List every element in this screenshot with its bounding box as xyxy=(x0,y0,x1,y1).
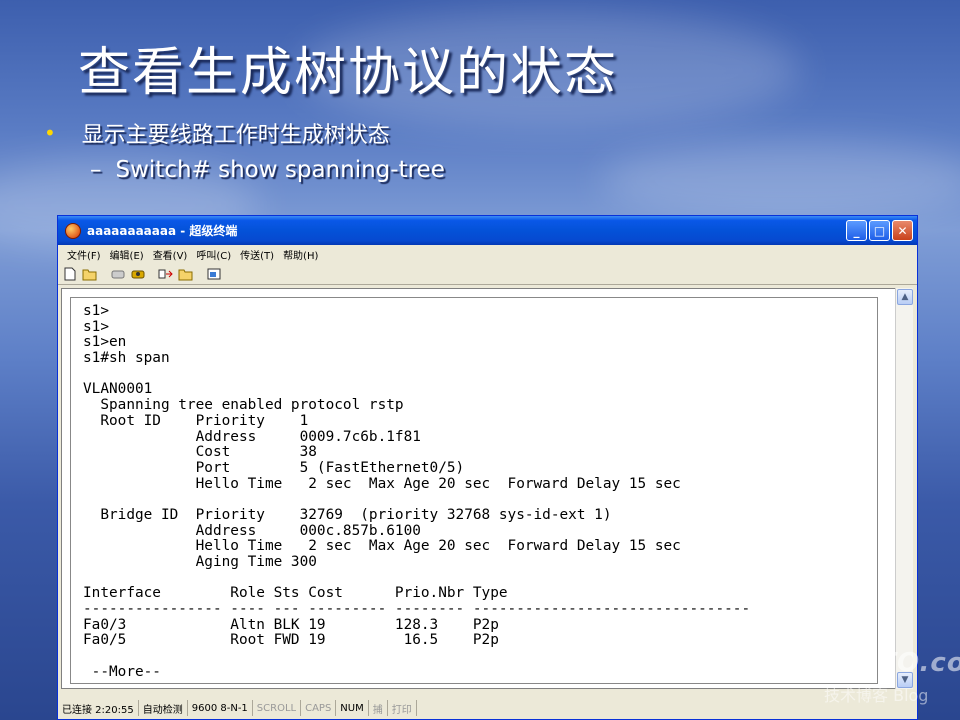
hyperterminal-window: aaaaaaaaaaa - 超级终端 _ □ ✕ 文件(F) 编辑(E) 查看(… xyxy=(57,215,918,720)
menu-file[interactable]: 文件(F) xyxy=(67,247,101,262)
watermark-brand: 51CTO.com xyxy=(820,648,960,678)
window-titlebar[interactable]: aaaaaaaaaaa - 超级终端 _ □ ✕ xyxy=(58,216,917,245)
new-icon[interactable] xyxy=(62,266,78,282)
terminal-line: --More-- xyxy=(83,663,161,680)
status-baud: 9600 8-N-1 xyxy=(188,700,253,716)
hyperterminal-app-icon[interactable] xyxy=(65,222,81,239)
menu-call[interactable]: 呼叫(C) xyxy=(196,247,231,262)
watermark-sub: 技术博客 Blog xyxy=(824,686,929,705)
terminal-line: Hello Time 2 sec Max Age 20 sec Forward … xyxy=(83,475,681,492)
status-num: NUM xyxy=(336,700,369,716)
terminal-line: Fa0/5 Root FWD 19 16.5 P2p xyxy=(83,632,499,649)
terminal-line: Port 5 (FastEthernet0/5) xyxy=(83,459,465,476)
terminal-line: VLAN0001 xyxy=(83,381,153,398)
menu-transfer[interactable]: 传送(T) xyxy=(240,247,274,262)
terminal-line: s1> xyxy=(83,303,109,319)
disconnect-icon[interactable] xyxy=(110,266,126,282)
menu-help[interactable]: 帮助(H) xyxy=(283,247,318,262)
status-connection-time: 已连接 2:20:55 xyxy=(58,700,139,716)
receive-icon[interactable] xyxy=(178,266,194,282)
close-button[interactable]: ✕ xyxy=(892,220,913,241)
terminal-line: Interface Role Sts Cost Prio.Nbr Type xyxy=(83,585,508,602)
slide-title: 查看生成树协议的状态 xyxy=(78,43,619,103)
status-capture: 捕 xyxy=(369,700,388,716)
terminal-line: Hello Time 2 sec Max Age 20 sec Forward … xyxy=(83,538,681,555)
sub-bullet-dash: – xyxy=(90,157,102,183)
connect-icon[interactable] xyxy=(130,266,146,282)
send-icon[interactable] xyxy=(158,266,174,282)
menu-view[interactable]: 查看(V) xyxy=(153,247,188,262)
toolbar xyxy=(58,263,917,285)
bullet-text-1: 显示主要线路工作时生成树状态 xyxy=(81,123,390,148)
background-cloud xyxy=(600,140,960,220)
terminal-line: s1>en xyxy=(83,334,127,351)
terminal-line: Root ID Priority 1 xyxy=(83,412,309,429)
bullet-item-2: – Switch# show spanning-tree xyxy=(90,155,445,185)
menu-bar: 文件(F) 编辑(E) 查看(V) 呼叫(C) 传送(T) 帮助(H) xyxy=(58,245,917,263)
status-caps: CAPS xyxy=(301,700,337,716)
status-print: 打印 xyxy=(388,700,417,716)
terminal-area[interactable]: s1> s1> s1>en s1#sh span VLAN0001 Spanning t… xyxy=(61,288,901,689)
bullet-item-1: • 显示主要线路工作时生成树状态 xyxy=(44,118,390,148)
bullet-dot-icon: • xyxy=(44,121,56,145)
terminal-line: Cost 38 xyxy=(83,444,317,461)
status-detect: 自动检测 xyxy=(139,700,188,716)
terminal-screen[interactable]: s1> s1> s1>en s1#sh span VLAN0001 Spanning t… xyxy=(70,297,878,684)
menu-edit[interactable]: 编辑(E) xyxy=(110,247,144,262)
properties-icon[interactable] xyxy=(206,266,222,282)
terminal-line: ---------------- ---- --- --------- ----… xyxy=(83,601,751,618)
vertical-scrollbar[interactable]: ▲ ▼ xyxy=(895,288,913,689)
maximize-button[interactable]: □ xyxy=(869,220,890,241)
terminal-line: Fa0/3 Altn BLK 19 128.3 P2p xyxy=(83,616,499,633)
minimize-button[interactable]: _ xyxy=(846,220,867,241)
status-scroll: SCROLL xyxy=(253,700,302,716)
window-title: aaaaaaaaaaa - 超级终端 xyxy=(87,224,238,238)
terminal-line: s1#sh span xyxy=(83,350,170,367)
terminal-line: Bridge ID Priority 32769 (priority 32768… xyxy=(83,506,612,523)
terminal-line: Address 0009.7c6b.1f81 xyxy=(83,428,421,445)
terminal-line: s1> xyxy=(83,318,109,335)
terminal-line: Spanning tree enabled protocol rstp xyxy=(83,397,404,414)
open-icon[interactable] xyxy=(82,266,98,282)
terminal-line: Aging Time 300 xyxy=(83,554,317,570)
status-bar: 已连接 2:20:55 自动检测 9600 8-N-1 SCROLL CAPS … xyxy=(58,697,917,719)
watermark-logo: 51CTO.com 技术博客 Blog xyxy=(820,648,960,708)
terminal-line: Address 000c.857b.6100 xyxy=(83,522,421,539)
bullet-text-2: Switch# show spanning-tree xyxy=(115,157,445,183)
scroll-up-arrow-icon[interactable]: ▲ xyxy=(897,289,913,305)
window-controls: _ □ ✕ xyxy=(846,220,913,241)
